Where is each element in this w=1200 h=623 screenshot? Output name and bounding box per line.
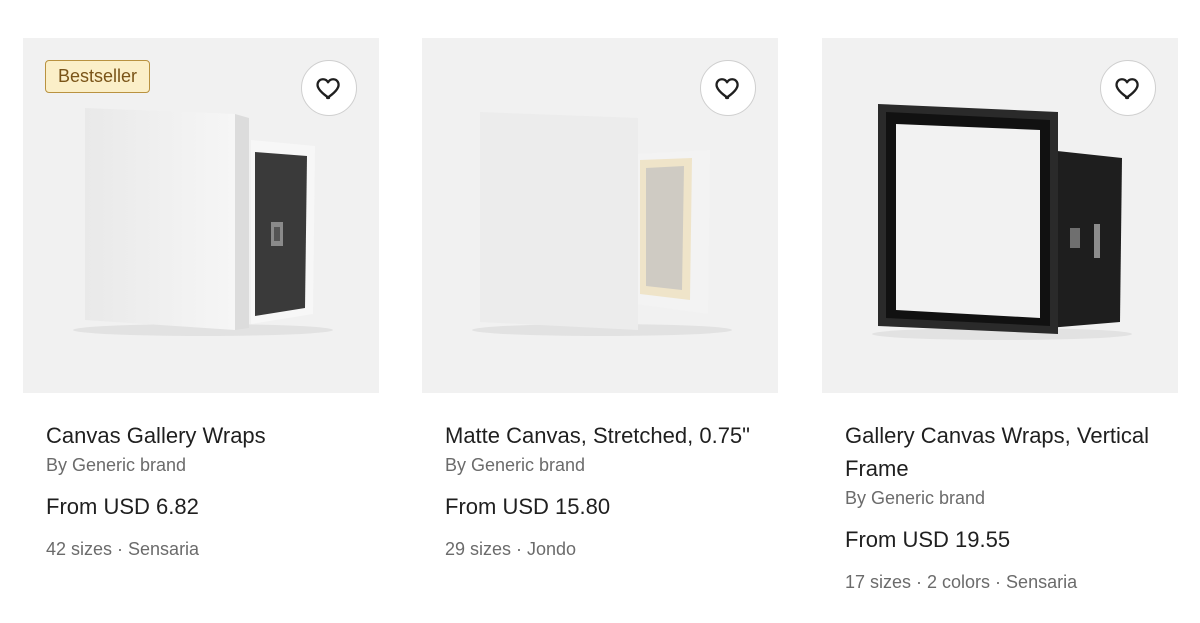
- product-image[interactable]: [822, 38, 1178, 393]
- product-brand: By Generic brand: [845, 488, 986, 508]
- product-card[interactable]: Gallery Canvas Wraps, Vertical Frame By …: [822, 38, 1178, 595]
- heart-outline-icon: [1115, 78, 1139, 100]
- product-card[interactable]: Bestseller Canvas Gallery Wraps By Gener…: [23, 38, 379, 562]
- favorite-button[interactable]: [700, 60, 756, 116]
- product-grid: Bestseller Canvas Gallery Wraps By Gener…: [0, 0, 1200, 623]
- product-price: From USD 15.80: [445, 494, 611, 519]
- favorite-button[interactable]: [301, 60, 357, 116]
- product-title[interactable]: Matte Canvas, Stretched, 0.75": [445, 419, 765, 452]
- product-title[interactable]: Gallery Canvas Wraps, Vertical Frame: [845, 419, 1165, 485]
- favorite-button[interactable]: [1100, 60, 1156, 116]
- product-image[interactable]: Bestseller: [23, 38, 379, 393]
- product-info: Gallery Canvas Wraps, Vertical Frame By …: [822, 419, 1178, 595]
- product-image[interactable]: [422, 38, 778, 393]
- product-meta: 17 sizes · 2 colors · Sensaria: [845, 572, 1078, 592]
- bestseller-badge: Bestseller: [45, 60, 151, 93]
- heart-outline-icon: [715, 78, 739, 100]
- product-meta: 42 sizes · Sensaria: [46, 539, 200, 559]
- product-price: From USD 6.82: [46, 494, 199, 519]
- product-title[interactable]: Canvas Gallery Wraps: [46, 419, 366, 452]
- product-meta: 29 sizes · Jondo: [445, 539, 577, 559]
- product-card[interactable]: Matte Canvas, Stretched, 0.75" By Generi…: [422, 38, 778, 562]
- heart-outline-icon: [316, 78, 340, 100]
- product-price: From USD 19.55: [845, 527, 1011, 552]
- product-brand: By Generic brand: [46, 455, 187, 475]
- product-info: Canvas Gallery Wraps By Generic brand Fr…: [23, 419, 379, 562]
- product-info: Matte Canvas, Stretched, 0.75" By Generi…: [422, 419, 778, 562]
- product-brand: By Generic brand: [445, 455, 586, 475]
